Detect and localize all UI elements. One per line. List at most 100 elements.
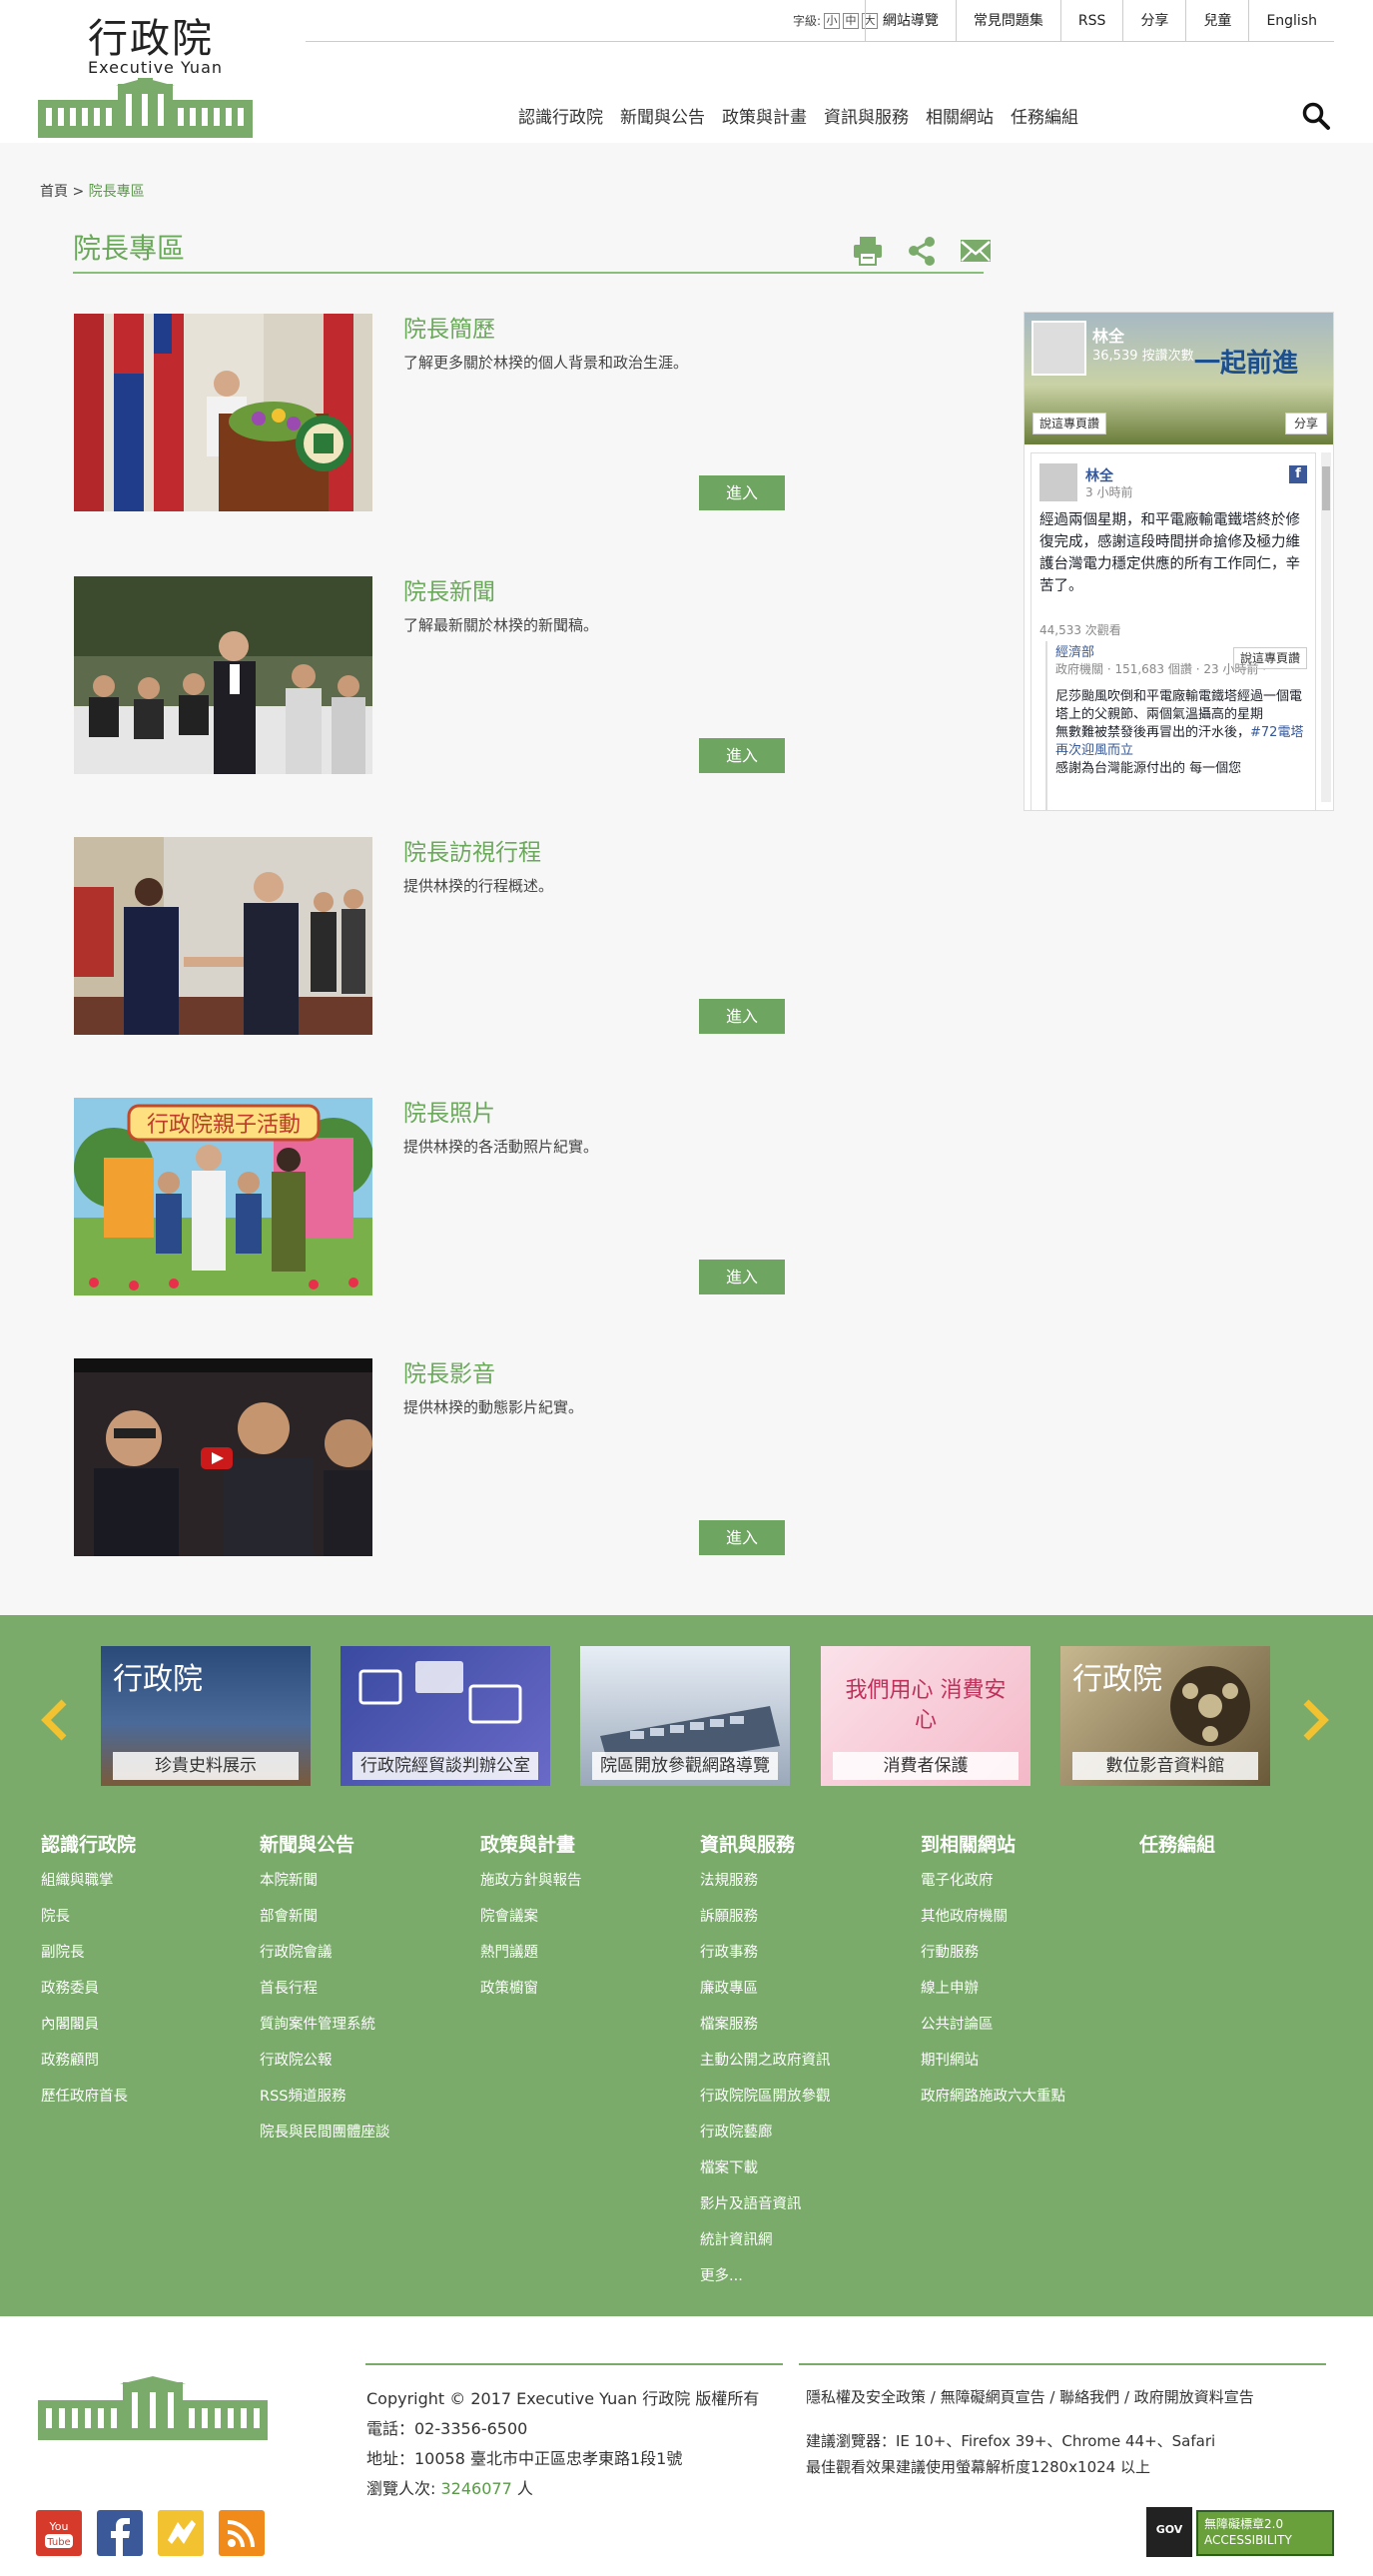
banner-media-library[interactable]: 行政院 數位影音資料館 [1060, 1646, 1270, 1786]
print-icon[interactable] [851, 234, 885, 268]
fb-page-name[interactable]: 林全 [1092, 323, 1124, 347]
footer-link[interactable]: 政府網路施政六大重點 [921, 2087, 1065, 2123]
kids-link[interactable]: 兒童 [1185, 0, 1248, 42]
chevron-left-icon[interactable] [40, 1698, 70, 1742]
footer-link[interactable]: 院會議案 [480, 1907, 582, 1943]
footer-heading[interactable]: 認識行政院 [41, 1830, 136, 1857]
footer-link[interactable]: 院長與民間團體座談 [260, 2123, 390, 2158]
fb-post-time[interactable]: 3 小時前 [1085, 483, 1132, 500]
facebook-icon[interactable] [97, 2510, 143, 2556]
footer-heading[interactable]: 任務編組 [1139, 1830, 1215, 1857]
facebook-icon[interactable]: f [1289, 465, 1307, 483]
footer-heading[interactable]: 政策與計畫 [480, 1830, 582, 1857]
fb-post-author[interactable]: 林全 [1085, 465, 1113, 485]
footer-heading[interactable]: 新聞與公告 [260, 1830, 390, 1857]
gov-badge[interactable]: GOV [1146, 2507, 1192, 2557]
footer-link[interactable]: 院長 [41, 1907, 136, 1943]
footer-link[interactable]: 部會新聞 [260, 1907, 390, 1943]
photo-album-photo[interactable]: 行政院親子活動 [74, 1098, 372, 1295]
footer-link[interactable]: 行政院會議 [260, 1943, 390, 1979]
fb-avatar[interactable] [1031, 321, 1086, 376]
footer-link[interactable]: 公共討論區 [921, 2015, 1065, 2051]
footer-link[interactable]: 影片及語音資訊 [700, 2194, 831, 2230]
footer-link[interactable]: 熱門議題 [480, 1943, 582, 1979]
nav-services[interactable]: 資訊與服務 [824, 103, 909, 128]
nav-related-sites[interactable]: 相關網站 [926, 103, 994, 128]
footer-link[interactable]: 行政院院區開放參觀 [700, 2087, 831, 2123]
nav-policy[interactable]: 政策與計畫 [722, 103, 807, 128]
rss-link[interactable]: RSS [1059, 0, 1123, 42]
chevron-right-icon[interactable] [1300, 1698, 1330, 1742]
fb-shared-like-button[interactable]: 說這專頁讚 [1232, 647, 1307, 669]
nav-news[interactable]: 新聞與公告 [620, 103, 705, 128]
mail-icon[interactable] [959, 234, 993, 268]
footer-link[interactable]: 歷任政府首長 [41, 2087, 136, 2123]
footer-link[interactable]: 其他政府機關 [921, 1907, 1065, 1943]
enter-button[interactable]: 進入 [699, 738, 785, 773]
item-title[interactable]: 院長照片 [403, 1094, 495, 1128]
footer-more-link[interactable]: 更多... [700, 2266, 831, 2302]
footer-link[interactable]: 主動公開之政府資訊 [700, 2051, 831, 2087]
policy-links[interactable]: 隱私權及安全政策 / 無障礙網頁宣告 / 聯絡我們 / 政府開放資料宣告 [806, 2384, 1254, 2410]
item-title[interactable]: 院長訪視行程 [403, 833, 541, 867]
footer-link[interactable]: 副院長 [41, 1943, 136, 1979]
footer-link[interactable]: 檔案服務 [700, 2015, 831, 2051]
footer-link[interactable]: 行政院公報 [260, 2051, 390, 2087]
item-title[interactable]: 院長簡歷 [403, 310, 495, 344]
footer-link[interactable]: 內閣閣員 [41, 2015, 136, 2051]
item-title[interactable]: 院長新聞 [403, 572, 495, 606]
sitemap-link[interactable]: 網站導覽 [864, 0, 956, 42]
footer-link[interactable]: 法規服務 [700, 1871, 831, 1907]
footer-link[interactable]: 檔案下載 [700, 2158, 831, 2194]
rss-icon[interactable] [219, 2510, 265, 2556]
breadcrumb-home[interactable]: 首頁 [40, 184, 68, 200]
fb-like-button[interactable]: 說這專頁讚 [1032, 413, 1107, 434]
footer-link[interactable]: 組織與職掌 [41, 1871, 136, 1907]
footer-link[interactable]: 期刊網站 [921, 2051, 1065, 2087]
breadcrumb-current[interactable]: 院長專區 [89, 184, 145, 200]
share-link[interactable]: 分享 [1122, 0, 1185, 42]
news-photo[interactable] [74, 576, 372, 774]
fb-share-button[interactable]: 分享 [1284, 413, 1327, 434]
search-icon[interactable] [1301, 101, 1331, 131]
nav-about[interactable]: 認識行政院 [518, 103, 603, 128]
banner-history-archive[interactable]: 行政院 珍貴史料展示 [101, 1646, 311, 1786]
fb-scrollbar-thumb[interactable] [1322, 466, 1330, 510]
video-thumbnail[interactable] [74, 1358, 372, 1556]
banner-trade-office[interactable]: 行政院經貿談判辦公室 [341, 1646, 550, 1786]
accessibility-badge[interactable]: 無障礙標章2.0 ACCESSIBILITY [1196, 2510, 1334, 2556]
footer-link[interactable]: 政務委員 [41, 1979, 136, 2015]
footer-link[interactable]: 行政院藝廊 [700, 2123, 831, 2158]
footer-link[interactable]: 統計資訊網 [700, 2230, 831, 2266]
share-icon[interactable] [905, 234, 939, 268]
enter-button[interactable]: 進入 [699, 475, 785, 510]
footer-link[interactable]: 政策櫥窗 [480, 1979, 582, 2015]
faq-link[interactable]: 常見問題集 [955, 0, 1060, 42]
enter-button[interactable]: 進入 [699, 1260, 785, 1294]
font-size-medium[interactable]: 中 [843, 12, 860, 29]
banner-campus-tour[interactable]: 院區開放參觀網路導覽 [580, 1646, 790, 1786]
bio-photo[interactable] [74, 314, 372, 511]
footer-link[interactable]: 訴願服務 [700, 1907, 831, 1943]
footer-heading[interactable]: 到相關網站 [921, 1830, 1065, 1857]
footer-link[interactable]: 施政方針與報告 [480, 1871, 582, 1907]
footer-link[interactable]: RSS頻道服務 [260, 2087, 390, 2123]
footer-link[interactable]: 質詢案件管理系統 [260, 2015, 390, 2051]
banner-consumer-protection[interactable]: 我們用心 消費安心 消費者保護 [821, 1646, 1030, 1786]
fb-post-avatar[interactable] [1039, 463, 1077, 501]
youtube-icon[interactable]: You Tube [36, 2510, 82, 2556]
footer-link[interactable]: 線上申辦 [921, 1979, 1065, 2015]
footer-link[interactable]: 首長行程 [260, 1979, 390, 2015]
fb-cover-image[interactable]: 林全 36,539 按讚次數 一起前進 說這專頁讚 分享 [1025, 313, 1333, 444]
nav-task-force[interactable]: 任務編組 [1011, 103, 1078, 128]
item-title[interactable]: 院長影音 [403, 1354, 495, 1388]
enter-button[interactable]: 進入 [699, 1520, 785, 1555]
fb-scrollbar[interactable] [1321, 452, 1331, 802]
site-logo[interactable]: 行政院 Executive Yuan [38, 6, 258, 138]
english-link[interactable]: English [1248, 0, 1334, 42]
footer-link[interactable]: 電子化政府 [921, 1871, 1065, 1907]
enter-button[interactable]: 進入 [699, 999, 785, 1034]
footer-link[interactable]: 政務顧問 [41, 2051, 136, 2087]
footer-link[interactable]: 行政事務 [700, 1943, 831, 1979]
flickr-icon[interactable] [158, 2510, 204, 2556]
